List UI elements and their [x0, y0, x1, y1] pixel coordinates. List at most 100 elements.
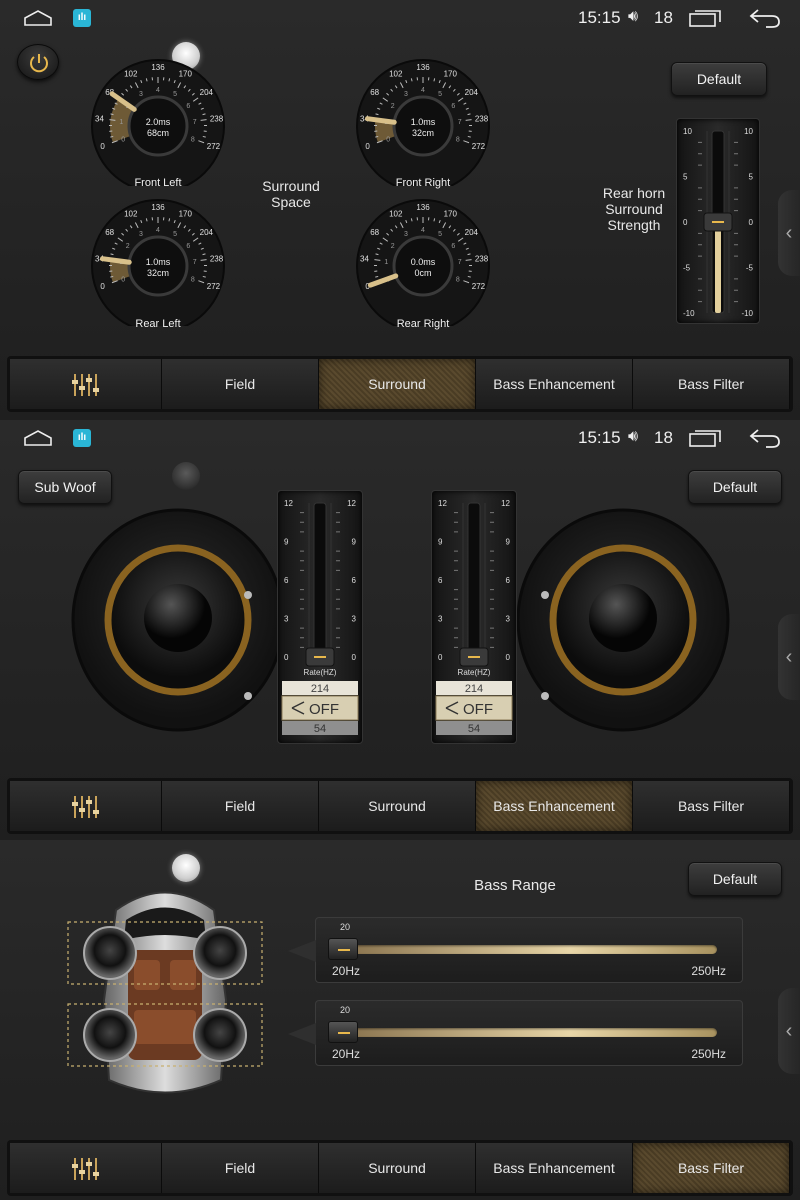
sub-woof-button[interactable]: Sub Woof [18, 470, 112, 504]
slider-scale-label: 9 [352, 538, 357, 547]
bass-range-slider-front[interactable]: 20 20Hz 250Hz [288, 917, 743, 983]
dial-tick [467, 275, 471, 278]
rear-left-knob[interactable]: 034681021361702042382720123456781.0ms32c… [73, 196, 243, 333]
home-icon[interactable] [24, 430, 52, 446]
delay-dial[interactable]: 034681021361702042382720123456781.0ms32c… [338, 56, 508, 193]
app-icon[interactable]: ılı [73, 9, 91, 27]
tab-bass-enhancement[interactable]: Bass Enhancement [476, 781, 633, 831]
dial-inner-label: 7 [458, 259, 462, 266]
side-drawer-handle[interactable]: ‹ [778, 988, 800, 1074]
sub-woof-toggle[interactable] [172, 462, 200, 490]
delay-dial[interactable]: 034681021361702042382720123456781.0ms32c… [73, 196, 243, 333]
rear-right-knob[interactable]: 034681021361702042382720123456780.0ms0cm [338, 196, 508, 333]
dial-outer-label: 34 [360, 254, 369, 263]
home-icon[interactable] [24, 10, 52, 26]
back-icon[interactable] [748, 427, 782, 449]
slider-scale-label: 10 [683, 127, 692, 136]
left-speaker [71, 508, 285, 732]
surround-space-line2: Space [271, 194, 311, 210]
dial-inner-label: 7 [193, 259, 197, 266]
delay-dial[interactable]: 034681021361702042382720123456780.0ms0cm [338, 196, 508, 333]
knob-label-front-left: Front Left [134, 177, 182, 189]
front-right-knob[interactable]: 034681021361702042382720123456781.0ms32c… [338, 56, 508, 193]
bass-filter-toggle[interactable] [172, 854, 200, 882]
tab-bass-filter[interactable]: Bass Filter [633, 781, 790, 831]
tab-field[interactable]: Field [162, 781, 319, 831]
car-top-view-image [67, 891, 263, 1094]
dial-outer-label: 68 [370, 88, 379, 97]
dial-outer-label: 136 [416, 203, 430, 212]
dial-outer-label: 238 [475, 114, 489, 123]
dial-outer-label: 238 [210, 114, 224, 123]
tab-bass-filter[interactable]: Bass Filter [633, 1143, 790, 1193]
dial-tick [375, 275, 379, 278]
slider-thumb[interactable] [328, 1021, 358, 1043]
slider-scale-label: -5 [683, 264, 691, 273]
tab-surround[interactable]: Surround [319, 781, 476, 831]
dial-tick [433, 78, 436, 82]
vertical-slider-graphic[interactable]: 12 12 9 9 6 6 3 3 0 0 Rate(HZ) 214 OFF 54 [278, 491, 362, 743]
tab-equalizer[interactable] [10, 359, 162, 409]
vertical-slider-graphic[interactable]: 12 12 9 9 6 6 3 3 0 0 Rate(HZ) 214 OFF 54 [432, 491, 516, 743]
vertical-slider-graphic[interactable]: 10 10 5 5 0 0 -5 -5 -10 -10 [677, 119, 759, 323]
delay-dial[interactable]: 034681021361702042382720123456782.0ms68c… [73, 56, 243, 193]
dial-inner-label: 0 [121, 277, 125, 284]
dial-outer-label: 204 [200, 88, 214, 97]
tab-surround[interactable]: Surround [319, 359, 476, 409]
dial-inner-label: 2 [391, 103, 395, 110]
slider-groove [467, 502, 481, 658]
dial-inner-label: 6 [451, 243, 455, 250]
recent-apps-icon[interactable] [689, 9, 721, 27]
dial-distance: 32cm [412, 128, 434, 138]
tab-bass-enhancement[interactable]: Bass Enhancement [476, 359, 633, 409]
slider-value: 20 [340, 1005, 351, 1015]
bass-filter-default-button[interactable]: Default [688, 862, 782, 896]
tab-equalizer[interactable] [10, 781, 162, 831]
slider-track[interactable] [351, 1028, 717, 1037]
dial-needle [99, 256, 132, 265]
slider-scale-label: 3 [284, 615, 289, 624]
dial-tick [467, 135, 471, 138]
bass-default-button[interactable]: Default [688, 470, 782, 504]
tab-equalizer[interactable] [10, 1143, 162, 1193]
slider-fill [715, 222, 721, 313]
dial-tick [110, 275, 114, 278]
tab-bass-enhancement[interactable]: Bass Enhancement [476, 1143, 633, 1193]
dial-needle [364, 116, 397, 125]
rate-selected-value: OFF [309, 701, 339, 718]
dial-outer-label: 170 [179, 210, 193, 219]
side-drawer-handle[interactable]: ‹ [778, 614, 800, 700]
dial-outer-label: 102 [389, 70, 403, 79]
tab-bass-filter[interactable]: Bass Filter [633, 359, 790, 409]
surround-default-button[interactable]: Default [671, 62, 767, 96]
tab-bar: Field Surround Bass Enhancement Bass Fil… [7, 1140, 793, 1196]
dial-outer-label: 0 [100, 142, 105, 151]
dial-outer-label: 136 [151, 203, 165, 212]
tab-field[interactable]: Field [162, 359, 319, 409]
tab-field[interactable]: Field [162, 1143, 319, 1193]
app-icon[interactable]: ılı [73, 429, 91, 447]
rear-horn-strength-slider[interactable]: 10 10 5 5 0 0 -5 -5 -10 -10 [676, 118, 760, 324]
dial-outer-label: 102 [124, 70, 138, 79]
front-left-knob[interactable]: 034681021361702042382720123456782.0ms68c… [73, 56, 243, 193]
slider-track[interactable] [351, 945, 717, 954]
recent-apps-icon[interactable] [689, 429, 721, 447]
back-icon[interactable] [748, 7, 782, 29]
slider-scale-label: 0 [506, 653, 511, 662]
dial-outer-label: 0 [100, 282, 105, 291]
bass-range-title: Bass Range [474, 877, 556, 894]
side-drawer-handle[interactable]: ‹ [778, 190, 800, 276]
power-button[interactable] [17, 44, 59, 80]
dial-tick [375, 135, 379, 138]
volume-level: 18 [654, 428, 673, 447]
right-bass-gain-slider[interactable]: 12 12 9 9 6 6 3 3 0 0 Rate(HZ) 214 OFF 54 [431, 490, 517, 744]
slider-scale-label: 0 [683, 218, 688, 227]
surround-space-line1: Surround [262, 178, 320, 194]
slider-scale-label: 6 [438, 576, 443, 585]
slider-scale-label: 0 [352, 653, 357, 662]
left-bass-gain-slider[interactable]: 12 12 9 9 6 6 3 3 0 0 Rate(HZ) 214 OFF 54 [277, 490, 363, 744]
bass-range-slider-rear[interactable]: 20 20Hz 250Hz [288, 1000, 743, 1066]
dial-outer-label: 136 [151, 63, 165, 72]
tab-surround[interactable]: Surround [319, 1143, 476, 1193]
slider-thumb[interactable] [328, 938, 358, 960]
